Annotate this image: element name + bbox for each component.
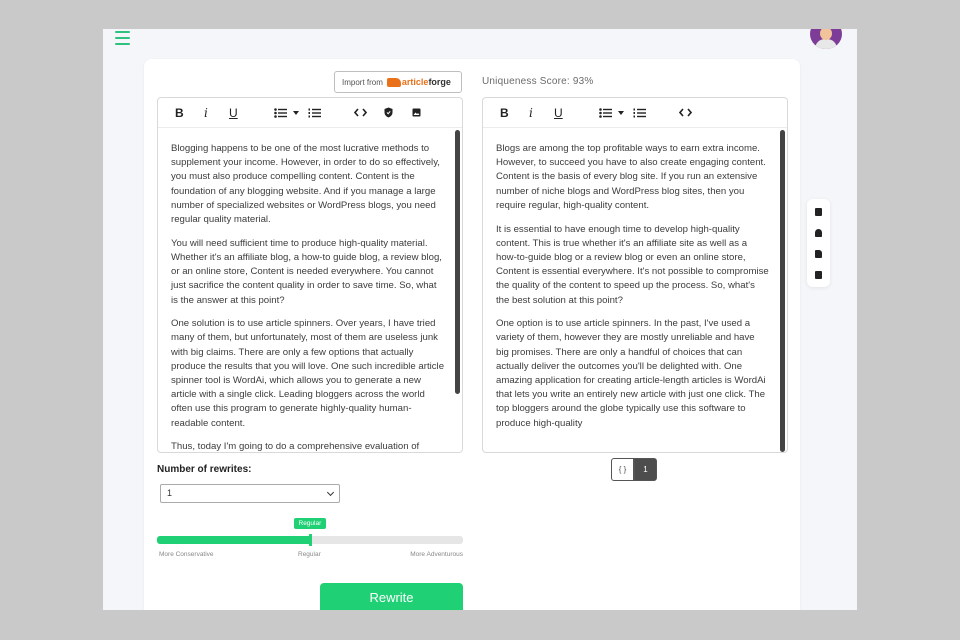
- creativity-slider[interactable]: [157, 534, 463, 546]
- source-editor[interactable]: B i U Blogging happens to be one of the …: [157, 97, 463, 453]
- hamburger-icon[interactable]: [115, 31, 130, 45]
- uniqueness-score: Uniqueness Score: 93%: [482, 76, 594, 87]
- output-editor[interactable]: B i U Blogs are among the top profitable…: [482, 97, 788, 453]
- chevron-down-icon: [326, 488, 335, 497]
- bullet-list-icon[interactable]: [599, 108, 612, 118]
- source-scrollbar[interactable]: [455, 130, 460, 394]
- slider-fill: [157, 536, 310, 544]
- underline-button[interactable]: U: [229, 106, 238, 120]
- bold-button[interactable]: B: [500, 106, 509, 120]
- import-articleforge-button[interactable]: Import from article forge: [334, 71, 462, 93]
- page-1-button[interactable]: 1: [634, 458, 657, 481]
- document-icon[interactable]: [815, 250, 822, 258]
- import-label: Import from: [342, 77, 383, 87]
- rewriter-card: Import from article forge Uniqueness Sco…: [144, 59, 800, 610]
- bell-icon[interactable]: [815, 229, 822, 237]
- dropdown-caret-icon[interactable]: [293, 111, 299, 115]
- tick-adventurous: More Adventurous: [410, 551, 463, 558]
- output-scrollbar[interactable]: [780, 130, 785, 452]
- shield-icon[interactable]: [384, 107, 393, 118]
- numbered-list-icon[interactable]: [308, 108, 321, 118]
- articleforge-logo-part2: forge: [428, 77, 451, 87]
- paragraph: You will need sufficient time to produce…: [171, 237, 442, 306]
- code-icon[interactable]: [679, 108, 692, 117]
- paragraph: It is essential to have enough time to d…: [496, 223, 769, 306]
- side-toolbar: [807, 199, 830, 287]
- image-icon[interactable]: [412, 108, 421, 117]
- code-icon[interactable]: [354, 108, 367, 117]
- tick-regular: Regular: [298, 551, 321, 558]
- rewrite-button[interactable]: Rewrite: [320, 583, 463, 610]
- dropdown-caret-icon[interactable]: [618, 111, 624, 115]
- paragraph: Blogging happens to be one of the most l…: [171, 143, 440, 226]
- italic-button[interactable]: i: [204, 106, 208, 120]
- output-toolbar: B i U: [483, 98, 787, 128]
- code-view-button[interactable]: { }: [611, 458, 634, 481]
- output-pager: { } 1: [611, 458, 657, 481]
- app-window: Import from article forge Uniqueness Sco…: [103, 29, 857, 610]
- numbered-list-icon[interactable]: [633, 108, 646, 118]
- source-toolbar: B i U: [158, 98, 462, 128]
- bold-button[interactable]: B: [175, 106, 184, 120]
- paragraph: One solution is to use article spinners.…: [171, 318, 445, 429]
- tick-conservative: More Conservative: [159, 551, 214, 558]
- output-text[interactable]: Blogs are among the top profitable ways …: [496, 142, 770, 440]
- rewrites-label: Number of rewrites:: [157, 464, 252, 475]
- rewrites-select[interactable]: 1: [160, 484, 340, 503]
- slider-thumb[interactable]: [309, 534, 312, 546]
- user-avatar[interactable]: [810, 29, 842, 49]
- articleforge-logo: article forge: [386, 77, 451, 87]
- save-icon[interactable]: [815, 271, 822, 279]
- paragraph: Blogs are among the top profitable ways …: [496, 143, 766, 211]
- paragraph: One option is to use article spinners. I…: [496, 318, 766, 429]
- slider-tooltip: Regular: [293, 518, 327, 529]
- italic-button[interactable]: i: [529, 106, 533, 120]
- source-text[interactable]: Blogging happens to be one of the most l…: [171, 142, 445, 453]
- articleforge-logo-part1: article: [401, 77, 429, 87]
- rewrites-value: 1: [167, 488, 173, 498]
- bullet-list-icon[interactable]: [274, 108, 287, 118]
- paragraph: Thus, today I'm going to do a comprehens…: [171, 441, 420, 453]
- anvil-icon: [386, 77, 401, 87]
- clipboard-icon[interactable]: [815, 208, 822, 216]
- underline-button[interactable]: U: [554, 106, 563, 120]
